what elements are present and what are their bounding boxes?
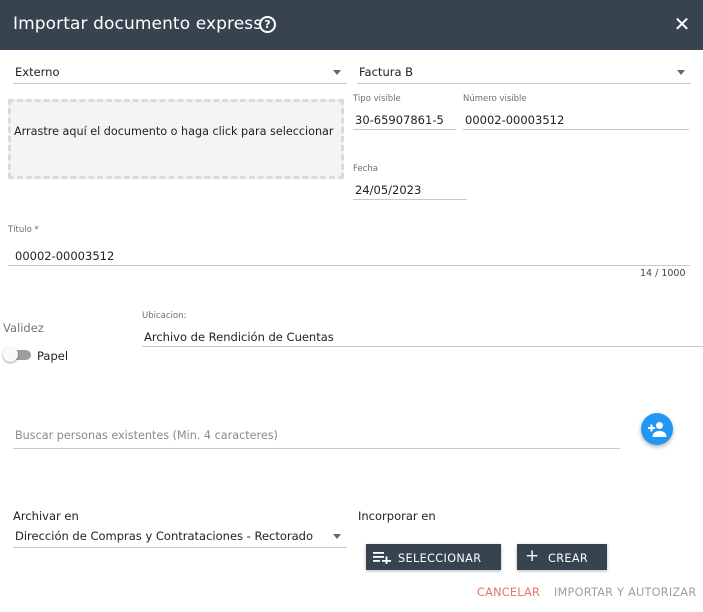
dialog-header: Importar documento express ? ✕ bbox=[0, 0, 703, 50]
dropzone-text: Arrastre aquí el documento o haga click … bbox=[14, 125, 334, 138]
doc-type-select-value: Factura B bbox=[359, 65, 414, 79]
titulo-label: Título * bbox=[8, 225, 39, 235]
playlist-add-icon bbox=[373, 552, 391, 564]
add-person-icon bbox=[648, 422, 667, 437]
seleccionar-button-label: SELECCIONAR bbox=[398, 552, 482, 565]
help-circle-icon[interactable]: ? bbox=[259, 16, 276, 33]
fecha-label: Fecha bbox=[353, 164, 378, 174]
incorporar-label: Incorporar en bbox=[358, 509, 436, 523]
plus-icon: + bbox=[525, 546, 540, 566]
crear-button[interactable]: + CREAR bbox=[517, 544, 607, 570]
titulo-input[interactable]: 00002-00003512 bbox=[8, 242, 690, 266]
chevron-down-icon bbox=[333, 534, 341, 539]
papel-toggle-label: Papel bbox=[37, 349, 69, 363]
tipo-visible-label: Tipo visible bbox=[353, 94, 401, 104]
fecha-input[interactable]: 24/05/2023 bbox=[353, 176, 467, 200]
doc-type-select[interactable]: Factura B bbox=[357, 56, 691, 84]
validez-label: Validez bbox=[3, 321, 44, 335]
archivar-select-value: Dirección de Compras y Contrataciones - … bbox=[15, 529, 313, 543]
origin-select[interactable]: Externo bbox=[13, 56, 347, 84]
numero-visible-label: Número visible bbox=[463, 94, 527, 104]
chevron-down-icon bbox=[333, 70, 341, 75]
toggle-thumb bbox=[3, 347, 18, 362]
numero-visible-input[interactable]: 00002-00003512 bbox=[463, 106, 689, 130]
crear-button-label: CREAR bbox=[548, 552, 589, 565]
chevron-down-icon bbox=[677, 70, 685, 75]
fecha-value: 24/05/2023 bbox=[355, 183, 422, 197]
person-search-input[interactable] bbox=[15, 429, 605, 442]
ubicacion-input[interactable]: Archivo de Rendición de Cuentas bbox=[142, 323, 703, 347]
tipo-visible-input[interactable]: 30-65907861-5 bbox=[353, 106, 456, 130]
archivar-select[interactable]: Dirección de Compras y Contrataciones - … bbox=[13, 525, 347, 548]
add-person-button[interactable] bbox=[641, 413, 673, 445]
file-dropzone[interactable]: Arrastre aquí el documento o haga click … bbox=[8, 99, 344, 179]
dialog-title: Importar documento express bbox=[13, 14, 263, 34]
archivar-label: Archivar en bbox=[13, 509, 79, 523]
numero-visible-value: 00002-00003512 bbox=[465, 113, 565, 127]
ubicacion-label: Ubicacion: bbox=[142, 311, 187, 321]
close-icon[interactable]: ✕ bbox=[673, 14, 691, 34]
tipo-visible-value: 30-65907861-5 bbox=[355, 113, 444, 127]
seleccionar-button[interactable]: SELECCIONAR bbox=[366, 544, 501, 570]
import-authorize-button[interactable]: IMPORTAR Y AUTORIZAR bbox=[554, 586, 696, 599]
ubicacion-value: Archivo de Rendición de Cuentas bbox=[144, 330, 334, 344]
papel-toggle[interactable] bbox=[3, 347, 31, 362]
origin-select-value: Externo bbox=[15, 65, 60, 79]
person-search-field bbox=[13, 428, 620, 449]
cancel-button[interactable]: CANCELAR bbox=[477, 586, 540, 599]
titulo-char-counter: 14 / 1000 bbox=[640, 268, 686, 279]
titulo-value: 00002-00003512 bbox=[15, 249, 115, 263]
